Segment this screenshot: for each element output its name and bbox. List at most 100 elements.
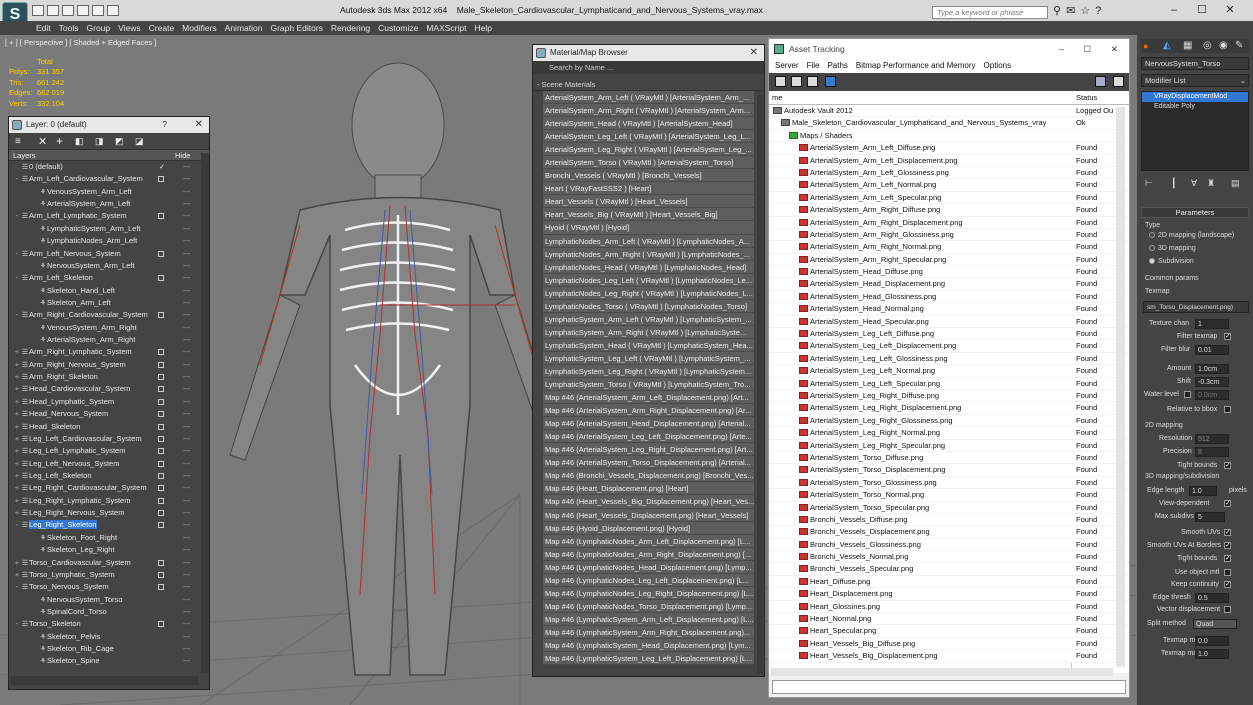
material-list-item[interactable]: Heart ( VRayFastSSS2 ) [Heart]: [543, 182, 754, 196]
menu-item-modifiers[interactable]: Modifiers: [182, 21, 216, 35]
expand-icon[interactable]: +: [13, 507, 21, 519]
layer-row[interactable]: + ☰Torso_Cardiovascular_System ---: [13, 557, 209, 569]
active-layer-toggle[interactable]: [158, 349, 164, 356]
active-layer-toggle[interactable]: [158, 411, 164, 418]
active-layer-toggle[interactable]: [158, 559, 164, 566]
list-view-icon[interactable]: [791, 76, 802, 87]
shift-spinner[interactable]: -0.3cm: [1195, 377, 1229, 387]
status-column-header[interactable]: Status: [1076, 91, 1097, 105]
active-layer-toggle[interactable]: [158, 448, 164, 455]
close-icon[interactable]: ✕: [750, 45, 758, 61]
asset-row[interactable]: ArterialSystem_Leg_Right_Specular.png Fou…: [769, 439, 1129, 452]
active-layer-toggle[interactable]: [158, 510, 164, 517]
hide-toggle[interactable]: ---: [183, 173, 191, 185]
type-option[interactable]: 3D mapping: [1149, 245, 1234, 258]
hide-toggle[interactable]: ---: [183, 309, 191, 321]
active-layer-toggle[interactable]: [158, 621, 164, 628]
asset-row[interactable]: Heart_Normal.png Found: [769, 613, 1129, 626]
collapse-icon[interactable]: -: [13, 173, 21, 185]
active-layer-toggle[interactable]: [158, 472, 164, 479]
active-layer-toggle[interactable]: [158, 584, 164, 591]
filter-blur-spinner[interactable]: 0.01: [1195, 345, 1229, 355]
hide-toggle[interactable]: ---: [183, 210, 191, 222]
layer-row[interactable]: - ☰Arm_Left_Cardiovascular_System ---: [13, 173, 209, 185]
material-list-item[interactable]: LymphaticNodes_Torso ( VRayMtl ) [Lympha…: [543, 299, 754, 313]
material-list-item[interactable]: LymphaticSystem_Leg_Left ( VRayMtl ) [Ly…: [543, 351, 754, 365]
asset-row[interactable]: ArterialSystem_Arm_Left_Displacement.png…: [769, 154, 1129, 167]
material-list-item[interactable]: Map #46 (LymphaticNodes_Torso_Displaceme…: [543, 599, 754, 613]
menu-item-edit[interactable]: Edit: [36, 21, 51, 35]
asset-menu-server[interactable]: Server: [775, 61, 799, 70]
layer-object-row[interactable]: ⚘LymphaticSystem_Arm_Left ---: [13, 223, 209, 235]
material-list-item[interactable]: Map #46 (Heart_Vessels_Big_Displacement.…: [543, 495, 754, 509]
use-object-mtl-checkbox[interactable]: [1224, 569, 1231, 576]
filter-texmap-checkbox[interactable]: [1224, 333, 1231, 340]
keep-continuity-checkbox[interactable]: [1224, 581, 1231, 588]
layer-object-row[interactable]: ⚘ArterialSystem_Arm_Right ---: [13, 334, 209, 346]
hide-toggle[interactable]: ---: [183, 606, 191, 618]
menu-item-help[interactable]: Help: [474, 21, 491, 35]
material-list-item[interactable]: LymphaticSystem_Arm_Left ( VRayMtl ) [Ly…: [543, 312, 754, 326]
modify-tab-icon[interactable]: ◭: [1163, 40, 1171, 51]
configure-sets-icon[interactable]: ▤: [1231, 178, 1240, 189]
material-list-item[interactable]: LymphaticNodes_Head ( VRayMtl ) [Lymphat…: [543, 260, 754, 274]
layer-row[interactable]: + ☰Torso_Lymphatic_System ---: [13, 569, 209, 581]
communication-icon[interactable]: ✉: [1066, 4, 1075, 17]
make-unique-icon[interactable]: ∀: [1191, 178, 1197, 189]
texmap-min-spinner[interactable]: 0.0: [1195, 636, 1229, 646]
name-column-header[interactable]: me: [772, 91, 782, 105]
layer-row[interactable]: + ☰Leg_Left_Nervous_System ---: [13, 458, 209, 470]
binoculars-icon[interactable]: ⚲: [1053, 4, 1061, 17]
layer-row[interactable]: + ☰Head_Nervous_System ---: [13, 408, 209, 420]
asset-row[interactable]: ArterialSystem_Arm_Right_Displacement.pn…: [769, 216, 1129, 229]
radio-button[interactable]: [1149, 258, 1155, 264]
material-list-item[interactable]: Map #46 (LymphaticSystem_Arm_Right_Displ…: [543, 625, 754, 639]
asset-row[interactable]: Heart_Specular.png Found: [769, 625, 1129, 638]
table-view-icon[interactable]: [807, 76, 818, 87]
radio-button[interactable]: [1149, 245, 1155, 251]
layer-object-row[interactable]: ⚘NervousSystem_Arm_Left ---: [13, 260, 209, 272]
asset-menu-file[interactable]: File: [807, 61, 820, 70]
hierarchy-tab-icon[interactable]: ▦: [1183, 40, 1192, 51]
asset-vertical-scrollbar[interactable]: [1116, 107, 1125, 667]
material-list-item[interactable]: LymphaticNodes_Arm_Right ( VRayMtl ) [Ly…: [543, 247, 754, 261]
collapse-icon[interactable]: -: [13, 618, 21, 630]
smooth-uvs-borders-checkbox[interactable]: [1224, 542, 1231, 549]
search-input[interactable]: Type a keyword or phrase: [932, 6, 1048, 19]
hide-toggle[interactable]: ---: [183, 383, 191, 395]
material-list-item[interactable]: Heart_Vessels ( VRayMtl ) [Heart_Vessels…: [543, 195, 754, 209]
asset-row[interactable]: ArterialSystem_Torso_Specular.png Found: [769, 501, 1129, 514]
menu-item-graph-editors[interactable]: Graph Editors: [270, 21, 322, 35]
hide-toggle[interactable]: ---: [183, 594, 191, 606]
hide-toggle[interactable]: ---: [183, 346, 191, 358]
hide-toggle[interactable]: ---: [183, 631, 191, 643]
tight-bounds-checkbox[interactable]: [1224, 462, 1231, 469]
maximize-icon[interactable]: ☐: [1083, 39, 1091, 59]
asset-row[interactable]: Heart_Vessels_Big_Displacement.png Found: [769, 650, 1129, 663]
menu-item-create[interactable]: Create: [149, 21, 175, 35]
layer-scrollbar[interactable]: [201, 153, 209, 673]
menu-item-group[interactable]: Group: [87, 21, 111, 35]
viewport-label[interactable]: [ + ] [ Perspective ] [ Shaded + Edged F…: [5, 38, 156, 47]
asset-row[interactable]: ArterialSystem_Arm_Right_Specular.png Fou…: [769, 253, 1129, 267]
layer-object-row[interactable]: ⚘LymphaticNodes_Arm_Left ---: [13, 235, 209, 247]
texmap-max-spinner[interactable]: 1.0: [1195, 649, 1229, 659]
expand-icon[interactable]: +: [13, 557, 21, 569]
hide-toggle[interactable]: ---: [183, 544, 191, 556]
asset-row[interactable]: Bronchi_Vessels_Normal.png Found: [769, 551, 1129, 564]
layer-object-row[interactable]: ⚘NervousSystem_Torso ---: [13, 594, 209, 606]
asset-row[interactable]: ArterialSystem_Leg_Left_Normal.png Found: [769, 365, 1129, 378]
expand-icon[interactable]: +: [13, 383, 21, 395]
asset-row[interactable]: ArterialSystem_Arm_Left_Diffuse.png Found: [769, 142, 1129, 155]
asset-row[interactable]: Bronchi_Vessels_Diffuse.png Found: [769, 513, 1129, 527]
material-list-item[interactable]: Map #46 (LymphaticNodes_Arm_Left_Displac…: [543, 534, 754, 548]
hide-toggle[interactable]: ---: [183, 235, 191, 247]
collapse-icon[interactable]: -: [13, 248, 21, 260]
material-list-item[interactable]: LymphaticSystem_Torso ( VRayMtl ) [Lymph…: [543, 378, 754, 392]
layer-object-row[interactable]: ⚘SpinalCord_Torso ---: [13, 606, 209, 618]
asset-row[interactable]: ArterialSystem_Leg_Left_Diffuse.png Found: [769, 328, 1129, 341]
asset-menu-paths[interactable]: Paths: [827, 61, 847, 70]
radio-button[interactable]: [1149, 232, 1155, 238]
select-objects-icon[interactable]: ◧: [75, 136, 84, 147]
material-list-item[interactable]: Bronchi_Vessels ( VRayMtl ) [Bronchi_Ves…: [543, 169, 754, 183]
